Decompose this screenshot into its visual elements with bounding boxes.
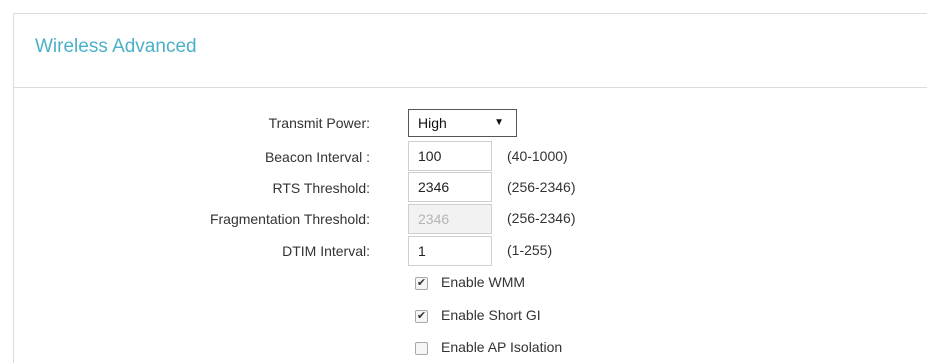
enable-wmm-label: Enable WMM (441, 274, 526, 290)
dtim-interval-input[interactable]: 1 (408, 236, 492, 266)
title-divider (14, 87, 927, 88)
rts-threshold-label: RTS Threshold: (272, 180, 370, 196)
beacon-interval-input[interactable]: 100 (408, 141, 492, 171)
dtim-interval-label: DTIM Interval: (282, 243, 370, 259)
beacon-interval-label: Beacon Interval : (264, 149, 370, 165)
enable-short-gi-checkbox[interactable]: ✔ (415, 310, 428, 323)
beacon-interval-range: (40-1000) (507, 148, 568, 164)
enable-wmm-checkbox[interactable]: ✔ (415, 277, 428, 290)
enable-short-gi-label: Enable Short GI (441, 307, 541, 323)
chevron-down-icon: ▼ (494, 117, 504, 128)
transmit-power-value: High (418, 115, 447, 131)
section-title: Wireless Advanced (35, 36, 197, 57)
transmit-power-label: Transmit Power: (268, 115, 370, 131)
fragmentation-threshold-label: Fragmentation Threshold: (209, 211, 370, 227)
transmit-power-select[interactable]: High ▼ (408, 109, 517, 137)
rts-threshold-range: (256-2346) (507, 179, 576, 195)
rts-threshold-input[interactable]: 2346 (408, 172, 492, 202)
fragmentation-threshold-input: 2346 (408, 204, 492, 234)
enable-ap-isolation-checkbox[interactable] (415, 342, 428, 355)
dtim-interval-range: (1-255) (507, 242, 553, 258)
enable-ap-isolation-label: Enable AP Isolation (441, 339, 563, 355)
fragmentation-threshold-range: (256-2346) (507, 210, 576, 226)
